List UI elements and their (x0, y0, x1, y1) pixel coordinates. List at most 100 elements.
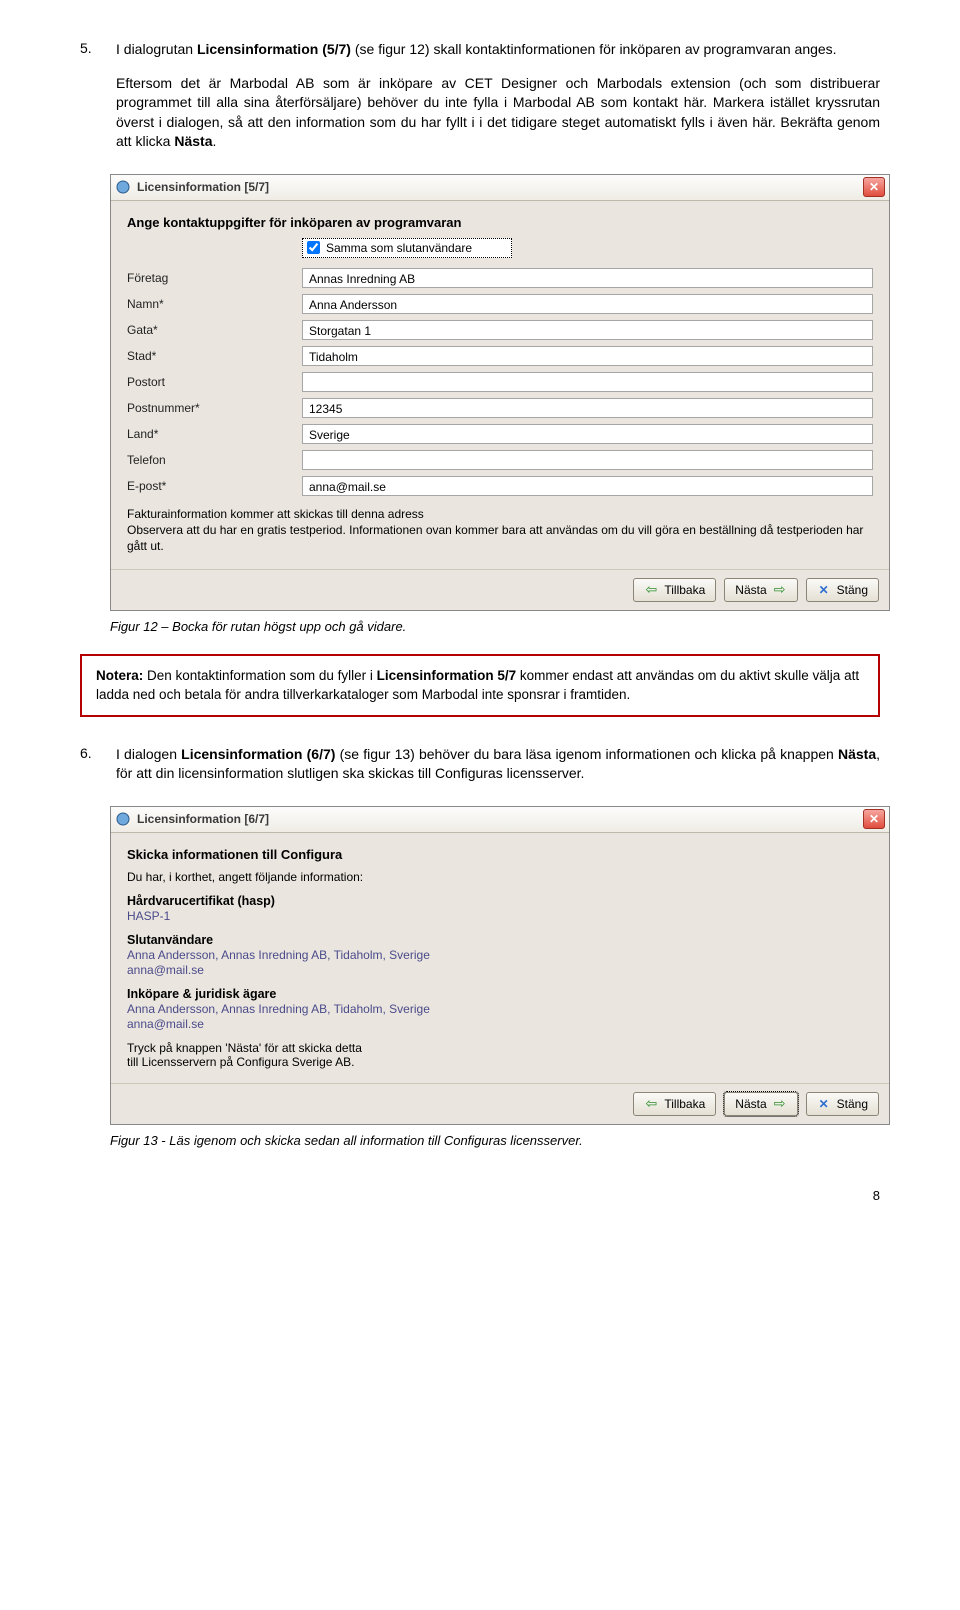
section-6: 6. I dialogen Licensinformation (6/7) (s… (80, 745, 880, 798)
close-button[interactable]: ✕ (863, 177, 885, 197)
caption-figure-13: Figur 13 - Läs igenom och skicka sedan a… (110, 1133, 880, 1148)
button-bar: Tillbaka Nästa Stäng (111, 1083, 889, 1124)
section-6-body: I dialogen Licensinformation (6/7) (se f… (116, 745, 880, 798)
close-dialog-button[interactable]: Stäng (806, 578, 879, 602)
label-foretag: Företag (127, 271, 302, 285)
dialog-heading: Skicka informationen till Configura (127, 847, 873, 862)
window-title: Licensinformation [5/7] (137, 180, 863, 194)
close-icon: ✕ (869, 180, 879, 194)
text: Eftersom det är Marbodal AB som är inköp… (116, 75, 880, 150)
page-number: 8 (80, 1188, 880, 1203)
text: Den kontaktinformation som du fyller i (143, 668, 376, 683)
list-number: 5. (80, 40, 98, 166)
arrow-right-icon (773, 1097, 787, 1111)
label-land: Land* (127, 427, 302, 441)
field-postort[interactable] (302, 372, 873, 392)
note-line-1: Fakturainformation kommer att skickas ti… (127, 506, 873, 522)
section-5-para-1: I dialogrutan Licensinformation (5/7) (s… (116, 40, 880, 60)
form-row-foretag: Företag Annas Inredning AB (127, 268, 873, 288)
summary-value: anna@mail.se (127, 963, 873, 977)
back-button[interactable]: Tillbaka (633, 578, 716, 602)
text-bold: Licensinformation (6/7) (181, 746, 335, 762)
arrow-left-icon (644, 583, 658, 597)
dialog-licensinformation-6: Licensinformation [6/7] ✕ Skicka informa… (110, 806, 890, 1125)
summary-enduser: Slutanvändare Anna Andersson, Annas Inre… (127, 933, 873, 977)
label-gata: Gata* (127, 323, 302, 337)
form-row-epost: E-post* anna@mail.se (127, 476, 873, 496)
summary-value: anna@mail.se (127, 1017, 873, 1031)
form-row-telefon: Telefon (127, 450, 873, 470)
next-button[interactable]: Nästa (724, 1092, 797, 1116)
button-label: Nästa (735, 583, 766, 597)
caption-figure-12: Figur 12 – Bocka för rutan högst upp och… (110, 619, 880, 634)
same-as-enduser-checkbox-row[interactable]: Samma som slutanvändare (302, 238, 512, 258)
dialog-heading: Ange kontaktuppgifter för inköparen av p… (127, 215, 873, 230)
field-namn[interactable]: Anna Andersson (302, 294, 873, 314)
form-row-stad: Stad* Tidaholm (127, 346, 873, 366)
dialog-body: Skicka informationen till Configura Du h… (111, 833, 889, 1083)
arrow-right-icon (773, 583, 787, 597)
list-number: 6. (80, 745, 98, 798)
text-bold: Licensinformation 5/7 (377, 668, 517, 683)
button-label: Stäng (837, 1097, 868, 1111)
same-as-enduser-checkbox[interactable] (307, 241, 320, 254)
summary-buyer: Inköpare & juridisk ägare Anna Andersson… (127, 987, 873, 1031)
notera-lead: Notera: (96, 668, 143, 683)
dialog-body: Ange kontaktuppgifter för inköparen av p… (111, 201, 889, 569)
close-button[interactable]: ✕ (863, 809, 885, 829)
text-bold: Licensinformation (5/7) (197, 41, 351, 57)
text-bold: Nästa (838, 746, 876, 762)
section-5: 5. I dialogrutan Licensinformation (5/7)… (80, 40, 880, 166)
summary-label: Hårdvarucertifikat (hasp) (127, 894, 873, 908)
field-telefon[interactable] (302, 450, 873, 470)
footer-line-2: till Licensservern på Configura Sverige … (127, 1055, 873, 1069)
form-row-postnummer: Postnummer* 12345 (127, 398, 873, 418)
text: . (213, 133, 217, 149)
footer-line-1: Tryck på knappen 'Nästa' för att skicka … (127, 1041, 873, 1055)
button-bar: Tillbaka Nästa Stäng (111, 569, 889, 610)
dialog-note: Fakturainformation kommer att skickas ti… (127, 506, 873, 555)
next-button[interactable]: Nästa (724, 578, 797, 602)
field-foretag[interactable]: Annas Inredning AB (302, 268, 873, 288)
dialog-licensinformation-5: Licensinformation [5/7] ✕ Ange kontaktup… (110, 174, 890, 611)
summary-label: Slutanvändare (127, 933, 873, 947)
button-label: Tillbaka (664, 583, 705, 597)
back-button[interactable]: Tillbaka (633, 1092, 716, 1116)
text: I dialogen (116, 746, 181, 762)
text: I dialogrutan (116, 41, 197, 57)
form-row-land: Land* Sverige (127, 424, 873, 444)
field-epost[interactable]: anna@mail.se (302, 476, 873, 496)
titlebar: Licensinformation [5/7] ✕ (111, 175, 889, 201)
text-bold: Nästa (174, 133, 212, 149)
label-postort: Postort (127, 375, 302, 389)
label-postnummer: Postnummer* (127, 401, 302, 415)
field-stad[interactable]: Tidaholm (302, 346, 873, 366)
close-dialog-button[interactable]: Stäng (806, 1092, 879, 1116)
button-label: Nästa (735, 1097, 766, 1111)
section-5-body: I dialogrutan Licensinformation (5/7) (s… (116, 40, 880, 166)
field-gata[interactable]: Storgatan 1 (302, 320, 873, 340)
label-telefon: Telefon (127, 453, 302, 467)
app-icon (115, 179, 131, 195)
label-stad: Stad* (127, 349, 302, 363)
checkbox-label: Samma som slutanvändare (326, 241, 472, 255)
form-row-gata: Gata* Storgatan 1 (127, 320, 873, 340)
intro-line: Du har, i korthet, angett följande infor… (127, 870, 873, 884)
section-6-para: I dialogen Licensinformation (6/7) (se f… (116, 745, 880, 784)
label-namn: Namn* (127, 297, 302, 311)
form-row-postort: Postort (127, 372, 873, 392)
field-postnummer[interactable]: 12345 (302, 398, 873, 418)
close-icon: ✕ (869, 812, 879, 826)
titlebar: Licensinformation [6/7] ✕ (111, 807, 889, 833)
form-row-namn: Namn* Anna Andersson (127, 294, 873, 314)
summary-value: HASP-1 (127, 909, 873, 923)
arrow-left-icon (644, 1097, 658, 1111)
window-title: Licensinformation [6/7] (137, 812, 863, 826)
summary-value: Anna Andersson, Annas Inredning AB, Tida… (127, 1002, 873, 1016)
note-line-2: Observera att du har en gratis testperio… (127, 522, 873, 554)
app-icon (115, 811, 131, 827)
field-land[interactable]: Sverige (302, 424, 873, 444)
label-epost: E-post* (127, 479, 302, 493)
notera-box: Notera: Den kontaktinformation som du fy… (80, 654, 880, 717)
x-icon (817, 583, 831, 597)
